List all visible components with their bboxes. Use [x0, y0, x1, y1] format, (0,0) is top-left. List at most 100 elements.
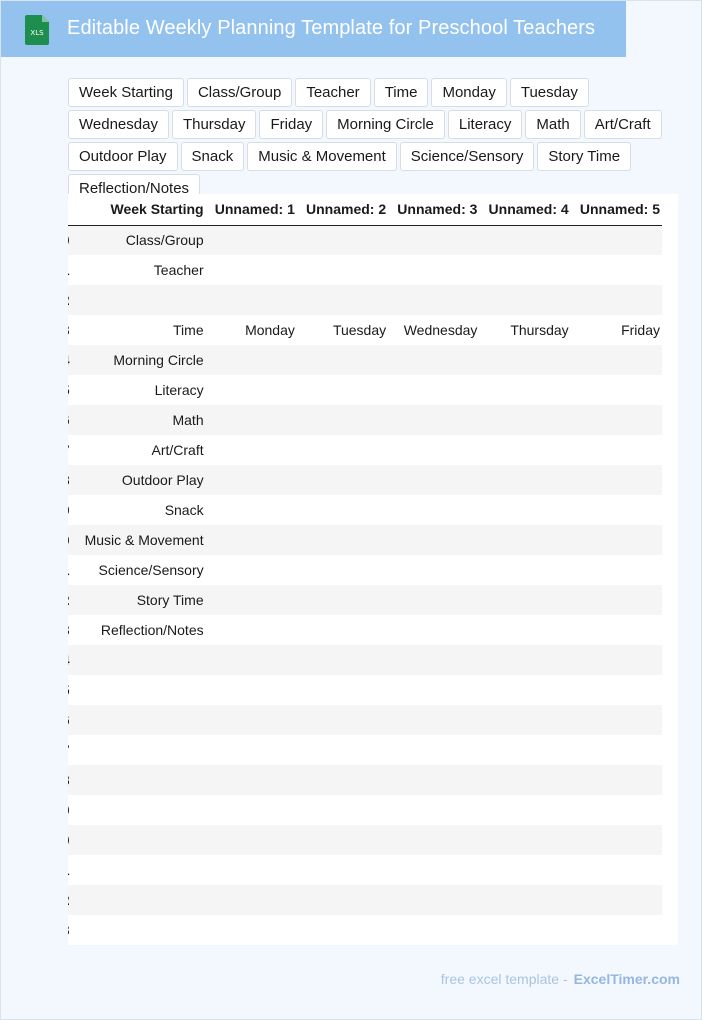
table-cell	[571, 465, 662, 495]
table-row: 4Morning Circle	[68, 345, 662, 375]
column-chip[interactable]: Week Starting	[68, 78, 184, 107]
table-cell	[479, 825, 570, 855]
table-cell	[571, 375, 662, 405]
table-cell	[297, 285, 388, 315]
column-chip[interactable]: Science/Sensory	[399, 142, 535, 171]
table-cell	[206, 765, 297, 795]
column-chip[interactable]: Art/Craft	[583, 110, 662, 139]
table-cell	[206, 585, 297, 615]
table-cell	[479, 765, 570, 795]
column-chip[interactable]: Thursday	[171, 110, 257, 139]
table-cell	[479, 795, 570, 825]
table-cell	[479, 645, 570, 675]
table-row: 14	[68, 645, 662, 675]
table-cell	[70, 285, 206, 315]
table-cell	[479, 465, 570, 495]
table-cell	[479, 675, 570, 705]
table-cell	[571, 885, 662, 915]
table-row: 6Math	[68, 405, 662, 435]
table-cell: Art/Craft	[151, 442, 204, 458]
table-cell	[388, 765, 479, 795]
data-table: Week Starting Unnamed: 1 Unnamed: 2 Unnamed…	[68, 194, 662, 945]
table-row: 23	[68, 915, 662, 945]
table-cell	[388, 345, 479, 375]
table-cell	[388, 225, 479, 255]
column-chip[interactable]: Music & Movement	[247, 142, 397, 171]
column-chip[interactable]: Math	[525, 110, 581, 139]
table-row: 3TimeMondayTuesdayWednesdayThursdayFrida…	[68, 315, 662, 345]
column-header: Unnamed: 1	[205, 194, 297, 226]
table-cell	[571, 615, 662, 645]
column-header: Unnamed: 2	[296, 194, 389, 226]
table-cell	[571, 405, 662, 435]
column-chip[interactable]: Snack	[180, 142, 245, 171]
table-cell	[388, 735, 479, 765]
table-row: 8Outdoor Play	[68, 465, 662, 495]
table-cell	[571, 495, 662, 525]
excel-file-icon: XLS	[25, 15, 49, 45]
table-cell	[297, 225, 388, 255]
column-chip[interactable]: Literacy	[447, 110, 523, 139]
column-chip[interactable]: Friday	[259, 110, 324, 139]
table-cell	[297, 495, 388, 525]
table-cell	[479, 585, 570, 615]
table-cell	[297, 585, 388, 615]
table-cell	[297, 255, 388, 285]
table-cell	[206, 435, 297, 465]
table-cell: Story Time	[136, 592, 204, 608]
table-cell	[388, 255, 479, 285]
table-cell	[70, 675, 206, 705]
table-row: 18	[68, 765, 662, 795]
column-chip[interactable]: Monday	[431, 78, 507, 107]
table-cell	[571, 345, 662, 375]
table-cell	[297, 345, 388, 375]
table-cell: Science/Sensory	[98, 562, 204, 578]
table-cell: Morning Circle	[113, 352, 204, 368]
table-cell	[479, 885, 570, 915]
table-cell	[479, 495, 570, 525]
table-cell	[479, 735, 570, 765]
column-chip[interactable]: Story Time	[537, 142, 632, 171]
table-cell	[70, 735, 206, 765]
column-header: Unnamed: 3	[388, 194, 480, 226]
table-cell	[571, 555, 662, 585]
svg-text:XLS: XLS	[30, 29, 44, 37]
column-chip[interactable]: Morning Circle	[326, 110, 445, 139]
column-chip[interactable]: Teacher	[295, 78, 371, 107]
table-row: 22	[68, 885, 662, 915]
table-cell	[206, 915, 297, 945]
table-row: 20	[68, 825, 662, 855]
table-cell	[297, 885, 388, 915]
footer-text: free excel template -	[440, 971, 568, 987]
table-cell	[388, 285, 479, 315]
table-cell	[571, 585, 662, 615]
column-chip[interactable]: Wednesday	[68, 110, 169, 139]
table-cell	[206, 345, 297, 375]
table-row: 15	[68, 675, 662, 705]
table-cell	[297, 735, 388, 765]
column-chip[interactable]: Time	[373, 78, 429, 107]
table-cell	[571, 915, 662, 945]
table-cell	[206, 465, 297, 495]
table-cell: Time	[173, 322, 204, 338]
table-row: 1Teacher	[68, 255, 662, 285]
table-cell	[479, 255, 570, 285]
table-cell	[206, 795, 297, 825]
table-cell: Thursday	[510, 322, 569, 338]
table-cell	[571, 255, 662, 285]
table-cell	[388, 825, 479, 855]
table-row: 0Class/Group	[68, 225, 662, 255]
table-cell	[206, 525, 297, 555]
table-cell	[297, 765, 388, 795]
footer-brand-link[interactable]: ExcelTimer.com	[574, 971, 680, 987]
table-cell: Friday	[621, 322, 660, 338]
table-cell	[479, 555, 570, 585]
table-cell	[297, 825, 388, 855]
table-cell	[297, 615, 388, 645]
table-cell	[206, 375, 297, 405]
column-chip[interactable]: Outdoor Play	[68, 142, 178, 171]
table-cell: Reflection/Notes	[100, 622, 204, 638]
column-chip[interactable]: Tuesday	[509, 78, 589, 107]
column-chip[interactable]: Class/Group	[186, 78, 293, 107]
table-cell	[206, 735, 297, 765]
